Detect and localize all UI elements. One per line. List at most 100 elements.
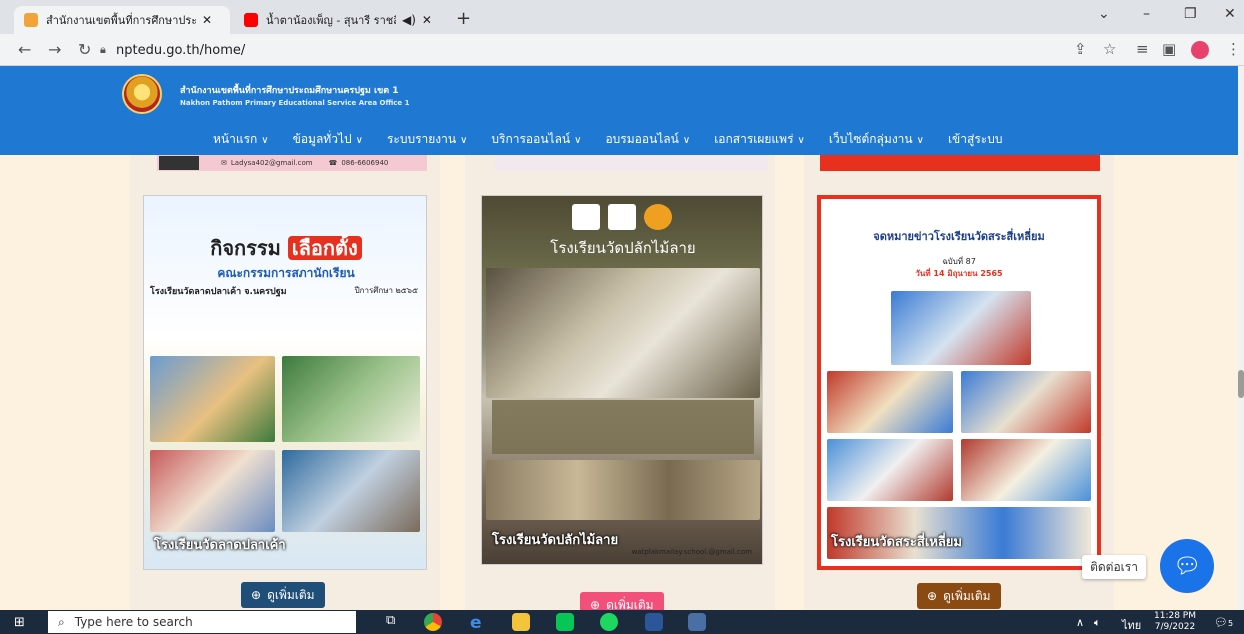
menu-item-home[interactable]: หน้าแรก ∨ [213, 130, 269, 149]
previous-card-strip[interactable]: ✉ Ladysa402@gmail.com ☎ 086-6606940 [157, 155, 427, 171]
chevron-down-icon: ∨ [261, 135, 269, 146]
close-tab-icon[interactable]: ✕ [202, 13, 212, 27]
site-header: สำนักงานเขตพื้นที่การศึกษาประถมศึกษานครป… [0, 66, 1238, 155]
tab-title: น้ำตาน้องเพ็ญ - สุนารี ราชสีมา [ [266, 14, 396, 27]
lock-icon[interactable]: 🔒︎ [100, 43, 106, 57]
forward-button[interactable]: → [48, 40, 61, 59]
emblem-logo [644, 204, 672, 230]
previous-card-strip[interactable] [495, 155, 768, 171]
taskbar-search-box[interactable]: ⌕ Type here to search [48, 611, 356, 633]
windows-taskbar: ⊞ ⌕ Type here to search ⧉ e ∧ 🔈︎ ไทย 11:… [0, 610, 1244, 634]
search-icon: ⌕ [58, 614, 65, 629]
menu-item-report-system[interactable]: ระบบรายงาน ∨ [387, 130, 467, 149]
card-title: โรงเรียนวัดลาดปลาเค้า [154, 538, 286, 553]
line-app-icon[interactable] [556, 613, 574, 631]
spotify-icon[interactable] [600, 613, 618, 631]
menu-item-department-sites[interactable]: เว็บไซต์กลุ่มงาน ∨ [829, 130, 924, 149]
chevron-down-icon: ∨ [460, 135, 468, 146]
previous-card-strip[interactable] [820, 155, 1100, 171]
see-more-label: ดูเพิ่มเติม [943, 588, 991, 603]
reload-button[interactable]: ↻ [78, 40, 91, 59]
youtube-favicon-icon [244, 13, 258, 27]
chevron-down-icon: ∨ [355, 135, 363, 146]
chevron-down-icon: ∨ [916, 135, 924, 146]
event-photo [827, 371, 953, 433]
card-title: โรงเรียนวัดปลักไม้ลาย [492, 533, 619, 548]
contact-us-label[interactable]: ติดต่อเรา [1082, 555, 1146, 579]
event-photo [961, 371, 1091, 433]
org-name-english: Nakhon Pathom Primary Educational Servic… [180, 99, 410, 107]
menu-label: ระบบรายงาน [386, 132, 457, 146]
poster-caption-box [492, 400, 754, 454]
task-view-icon[interactable]: ⧉ [386, 613, 404, 631]
profile-avatar[interactable] [1191, 41, 1209, 59]
side-panel-icon[interactable]: ▣ [1162, 40, 1176, 58]
organization-logo[interactable] [122, 74, 162, 114]
address-bar-row: ← → ↻ 🔒︎ nptedu.go.th/home/ ⇪ ☆ ≡ ▣ ⋮ [0, 34, 1244, 66]
show-hidden-icons-chevron-up-icon[interactable]: ∧ [1076, 616, 1084, 629]
menu-label: เว็บไซต์กลุ่มงาน [828, 132, 913, 146]
menu-item-online-services[interactable]: บริการออนไลน์ ∨ [491, 130, 581, 149]
event-photo [150, 450, 275, 532]
close-window-button[interactable]: ✕ [1224, 6, 1236, 22]
menu-item-online-training[interactable]: อบรมออนไลน์ ∨ [605, 130, 690, 149]
see-more-button-1[interactable]: ⊕ ดูเพิ่มเติม [241, 582, 325, 608]
system-clock[interactable]: 11:28 PM 7/9/2022 [1150, 611, 1200, 633]
contact-phone: 086-6606940 [341, 159, 389, 167]
tab-nptedu[interactable]: สำนักงานเขตพื้นที่การศึกษาประถมศึก ✕ [14, 6, 230, 34]
speaker-icon[interactable]: ◀) [402, 13, 416, 27]
notifications-icon[interactable]: 💬︎5 [1214, 616, 1233, 629]
menu-item-publications[interactable]: เอกสารเผยแพร่ ∨ [714, 130, 805, 149]
tab-title: สำนักงานเขตพื้นที่การศึกษาประถมศึก [46, 14, 196, 27]
internet-explorer-icon[interactable]: e [470, 613, 488, 633]
menu-item-general-info[interactable]: ข้อมูลทั่วไป ∨ [293, 130, 363, 149]
restore-button[interactable]: ❐ [1184, 6, 1197, 22]
site-favicon-icon [24, 13, 38, 27]
windows-start-icon[interactable]: ⊞ [14, 615, 25, 630]
poster-email: watplakmailay.school.@gmail.com [631, 548, 752, 556]
see-more-button-3[interactable]: ⊕ ดูเพิ่มเติม [917, 583, 1001, 609]
main-menu: หน้าแรก ∨ ข้อมูลทั่วไป ∨ ระบบรายงาน ∨ บริกา… [213, 130, 1026, 149]
minimize-button[interactable]: – [1143, 6, 1150, 22]
event-photo [282, 450, 420, 532]
emblem-logo [572, 204, 600, 230]
poster-year: ปีการศึกษา ๒๕๖๕ [354, 286, 418, 295]
news-card-3[interactable]: จดหมายข่าวโรงเรียนวัดสระสี่เหลี่ยม ฉบับท… [817, 195, 1101, 570]
file-explorer-icon[interactable] [512, 613, 530, 631]
tab-search-chevron-down-icon[interactable]: ⌄ [1098, 6, 1110, 22]
volume-icon[interactable]: 🔈︎ [1094, 616, 1101, 630]
menu-item-login[interactable]: เข้าสู่ระบบ [948, 130, 1003, 149]
browser-tab-bar: สำนักงานเขตพื้นที่การศึกษาประถมศึก ✕ น้ำ… [0, 0, 1244, 34]
chrome-profile-icon[interactable] [688, 613, 706, 631]
more-menu-icon[interactable]: ⋮ [1226, 40, 1241, 58]
event-photo [486, 268, 760, 398]
poster-subheading: คณะกรรมการสภานักเรียน [217, 266, 355, 280]
contact-email: Ladysa402@gmail.com [230, 159, 313, 167]
menu-label: บริการออนไลน์ [491, 132, 571, 146]
org-name-thai: สำนักงานเขตพื้นที่การศึกษาประถมศึกษานครป… [180, 86, 399, 96]
url-field[interactable]: nptedu.go.th/home/ [116, 43, 245, 58]
tab-youtube[interactable]: น้ำตาน้องเพ็ญ - สุนารี ราชสีมา [ ◀) ✕ [234, 6, 450, 34]
word-icon[interactable] [645, 613, 663, 631]
search-placeholder: Type here to search [74, 615, 193, 629]
chevron-down-icon: ∨ [682, 135, 691, 146]
share-icon[interactable]: ⇪ [1074, 40, 1087, 58]
qr-code-image [159, 156, 199, 170]
input-language-indicator[interactable]: ไทย [1122, 616, 1141, 634]
chrome-icon[interactable] [424, 613, 442, 631]
page-scrollbar[interactable] [1238, 66, 1244, 610]
reading-list-icon[interactable]: ≡ [1136, 40, 1149, 58]
news-card-2[interactable]: โรงเรียนวัดปลักไม้ลาย โรงเรียนวัดปลักไม้… [481, 195, 763, 565]
close-tab-icon[interactable]: ✕ [422, 13, 432, 27]
poster-date: วันที่ 14 มิถุนายน 2565 [915, 269, 1003, 278]
back-button[interactable]: ← [18, 40, 31, 59]
scrollbar-thumb[interactable] [1238, 370, 1244, 398]
news-card-1[interactable]: กิจกรรม เลือกตั้ง คณะกรรมการสภานักเรียน … [143, 195, 427, 570]
menu-label: อบรมออนไลน์ [605, 132, 679, 146]
notification-count: 5 [1227, 619, 1234, 628]
chat-button[interactable]: 💬︎ [1160, 539, 1214, 593]
circle-arrow-right-icon: ⊕ [251, 588, 262, 602]
new-tab-button[interactable]: + [456, 8, 471, 29]
menu-label: เข้าสู่ระบบ [947, 132, 1003, 146]
bookmark-star-icon[interactable]: ☆ [1103, 40, 1116, 58]
